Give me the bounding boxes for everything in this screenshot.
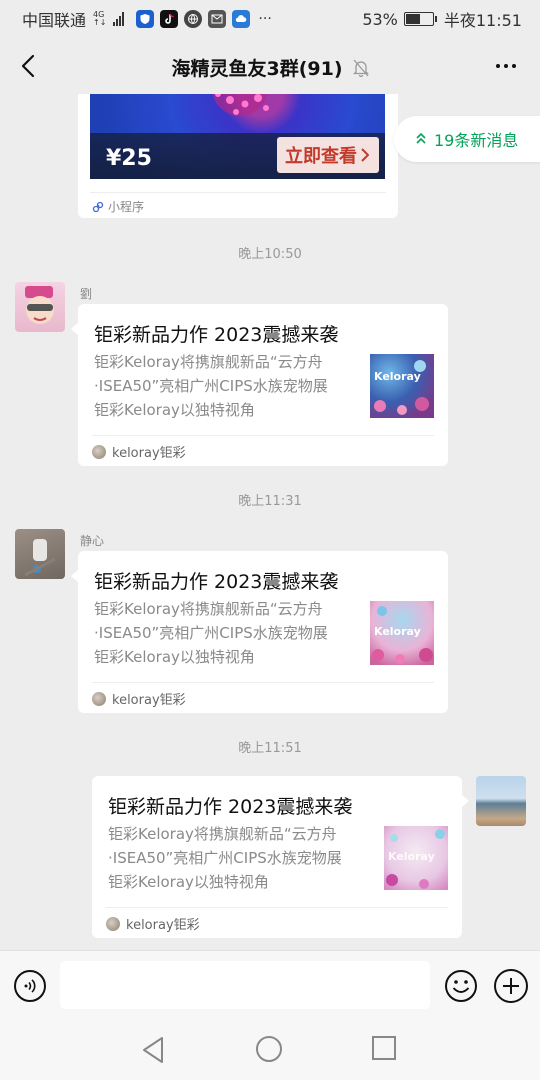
- thumbnail-text: Keloray: [374, 370, 421, 383]
- link-thumbnail: Keloray: [370, 601, 434, 665]
- thumbnail-text: Keloray: [374, 625, 421, 638]
- mini-program-price: ¥25: [106, 146, 152, 171]
- link-thumbnail: Keloray: [384, 826, 448, 890]
- voice-icon: [24, 979, 36, 993]
- battery-icon: [403, 12, 437, 26]
- link-description-line: 钜彩Keloray将携旗舰新品“云方舟: [94, 353, 323, 371]
- clock: 半夜11:51: [443, 11, 522, 30]
- mail-app-icon: [208, 10, 227, 28]
- link-description-line: ·ISEA50”亮相广州CIPS水族宠物展: [94, 377, 328, 395]
- link-card[interactable]: 钜彩新品力作 2023震撼来袭 钜彩Keloray将携旗舰新品“云方舟 ·ISE…: [92, 776, 469, 938]
- link-title: 钜彩新品力作 2023震撼来袭: [108, 796, 353, 818]
- view-now-label: 立即查看: [285, 146, 357, 167]
- source-icon: [92, 444, 106, 459]
- mini-program-strip: ¥25 立即查看: [90, 133, 385, 179]
- link-description-line: ·ISEA50”亮相广州CIPS水族宠物展: [94, 624, 328, 642]
- shield-app-icon: [136, 10, 155, 28]
- link-source: keloray钜彩: [126, 918, 200, 933]
- network-type: 4G ↑↓: [93, 11, 106, 27]
- carrier-label: 中国联通: [22, 11, 87, 30]
- mini-program-icon: [92, 201, 104, 212]
- nav-recents-button[interactable]: [372, 1036, 396, 1060]
- timestamp: 晚上11:51: [238, 741, 302, 756]
- battery-percent: 53%: [362, 9, 398, 29]
- triangle-back-icon: [143, 1037, 163, 1063]
- avatar[interactable]: [15, 529, 65, 579]
- thumbnail-text: Keloray: [388, 850, 435, 863]
- voice-button[interactable]: [14, 970, 46, 1002]
- mini-program-label: 小程序: [108, 200, 145, 214]
- status-bar: 中国联通 4G ↑↓ ··· 53% 半夜11:51: [0, 0, 540, 38]
- view-now-button[interactable]: 立即查看: [277, 137, 379, 173]
- more-notifications-icon: ···: [258, 11, 272, 27]
- globe-app-icon: [184, 10, 203, 28]
- divider: [92, 682, 434, 683]
- link-description-line: 钜彩Keloray以独特视角: [108, 873, 269, 891]
- nav-home-button[interactable]: [256, 1036, 282, 1062]
- mute-bell-icon: [352, 59, 369, 77]
- more-dots-icon: [496, 64, 500, 68]
- mini-program-image: ¥25 立即查看: [90, 94, 385, 179]
- link-source: keloray钜彩: [112, 446, 186, 461]
- new-messages-label: 19条新消息: [434, 131, 519, 150]
- divider: [106, 907, 448, 908]
- message-input[interactable]: [60, 961, 430, 1009]
- sender-name: 劉: [80, 287, 93, 301]
- chevron-right-icon: [361, 148, 369, 162]
- mini-program-footer: 小程序: [92, 198, 144, 215]
- link-description: 钜彩Keloray将携旗舰新品“云方舟 ·ISEA50”亮相广州CIPS水族宠物…: [108, 822, 368, 894]
- link-title: 钜彩新品力作 2023震撼来袭: [94, 324, 339, 346]
- sender-name: 静心: [80, 534, 105, 548]
- new-messages-button[interactable]: 19条新消息: [394, 116, 540, 162]
- status-left: 中国联通 4G ↑↓ ···: [22, 7, 272, 31]
- plus-icon: [503, 978, 519, 994]
- emoji-button[interactable]: [444, 969, 478, 1003]
- link-description-line: ·ISEA50”亮相广州CIPS水族宠物展: [108, 849, 342, 867]
- chat-header: 海精灵鱼友3群(91): [0, 38, 540, 94]
- cloud-app-icon: [232, 10, 251, 28]
- link-description-line: 钜彩Keloray以独特视角: [94, 648, 255, 666]
- link-description: 钜彩Keloray将携旗舰新品“云方舟 ·ISEA50”亮相广州CIPS水族宠物…: [94, 350, 354, 422]
- avatar[interactable]: [15, 282, 65, 332]
- signal-icon: [113, 12, 125, 26]
- tiktok-app-icon: [160, 10, 179, 28]
- timestamp: 晚上11:31: [238, 494, 302, 509]
- chat-area[interactable]: ¥25 立即查看 小程序 19条新消息 晚上10:50 劉 钜彩新品力作 202: [0, 94, 540, 950]
- link-description: 钜彩Keloray将携旗舰新品“云方舟 ·ISEA50”亮相广州CIPS水族宠物…: [94, 597, 354, 669]
- status-right: 53% 半夜11:51: [362, 7, 522, 31]
- chat-title: 海精灵鱼友3群(91): [171, 58, 343, 80]
- system-nav-bar: [0, 1022, 540, 1080]
- link-footer: keloray钜彩: [92, 689, 186, 708]
- chat-title-group: 海精灵鱼友3群(91): [0, 54, 540, 81]
- timestamp: 晚上10:50: [238, 247, 302, 262]
- battery-fill: [405, 14, 420, 24]
- input-bar: [0, 950, 540, 1022]
- divider: [90, 192, 386, 193]
- source-icon: [92, 691, 106, 706]
- divider: [92, 435, 434, 436]
- avatar[interactable]: [476, 776, 526, 826]
- double-chevron-up-icon: [416, 133, 426, 144]
- link-description-line: 钜彩Keloray将携旗舰新品“云方舟: [108, 825, 337, 843]
- mini-program-card[interactable]: ¥25 立即查看 小程序: [78, 94, 398, 218]
- link-description-line: 钜彩Keloray以独特视角: [94, 401, 255, 419]
- plus-button[interactable]: [494, 969, 528, 1003]
- more-options-button[interactable]: [492, 54, 520, 78]
- link-card[interactable]: 钜彩新品力作 2023震撼来袭 钜彩Keloray将携旗舰新品“云方舟 ·ISE…: [71, 304, 448, 466]
- link-footer: keloray钜彩: [106, 914, 200, 933]
- network-activity: ↑↓: [93, 18, 107, 27]
- emoji-icon: [445, 970, 477, 1002]
- nav-back-button[interactable]: [140, 1036, 166, 1068]
- link-footer: keloray钜彩: [92, 442, 186, 461]
- link-thumbnail: Keloray: [370, 354, 434, 418]
- link-source: keloray钜彩: [112, 693, 186, 708]
- source-icon: [106, 916, 120, 931]
- link-title: 钜彩新品力作 2023震撼来袭: [94, 571, 339, 593]
- link-card[interactable]: 钜彩新品力作 2023震撼来袭 钜彩Keloray将携旗舰新品“云方舟 ·ISE…: [71, 551, 448, 713]
- link-description-line: 钜彩Keloray将携旗舰新品“云方舟: [94, 600, 323, 618]
